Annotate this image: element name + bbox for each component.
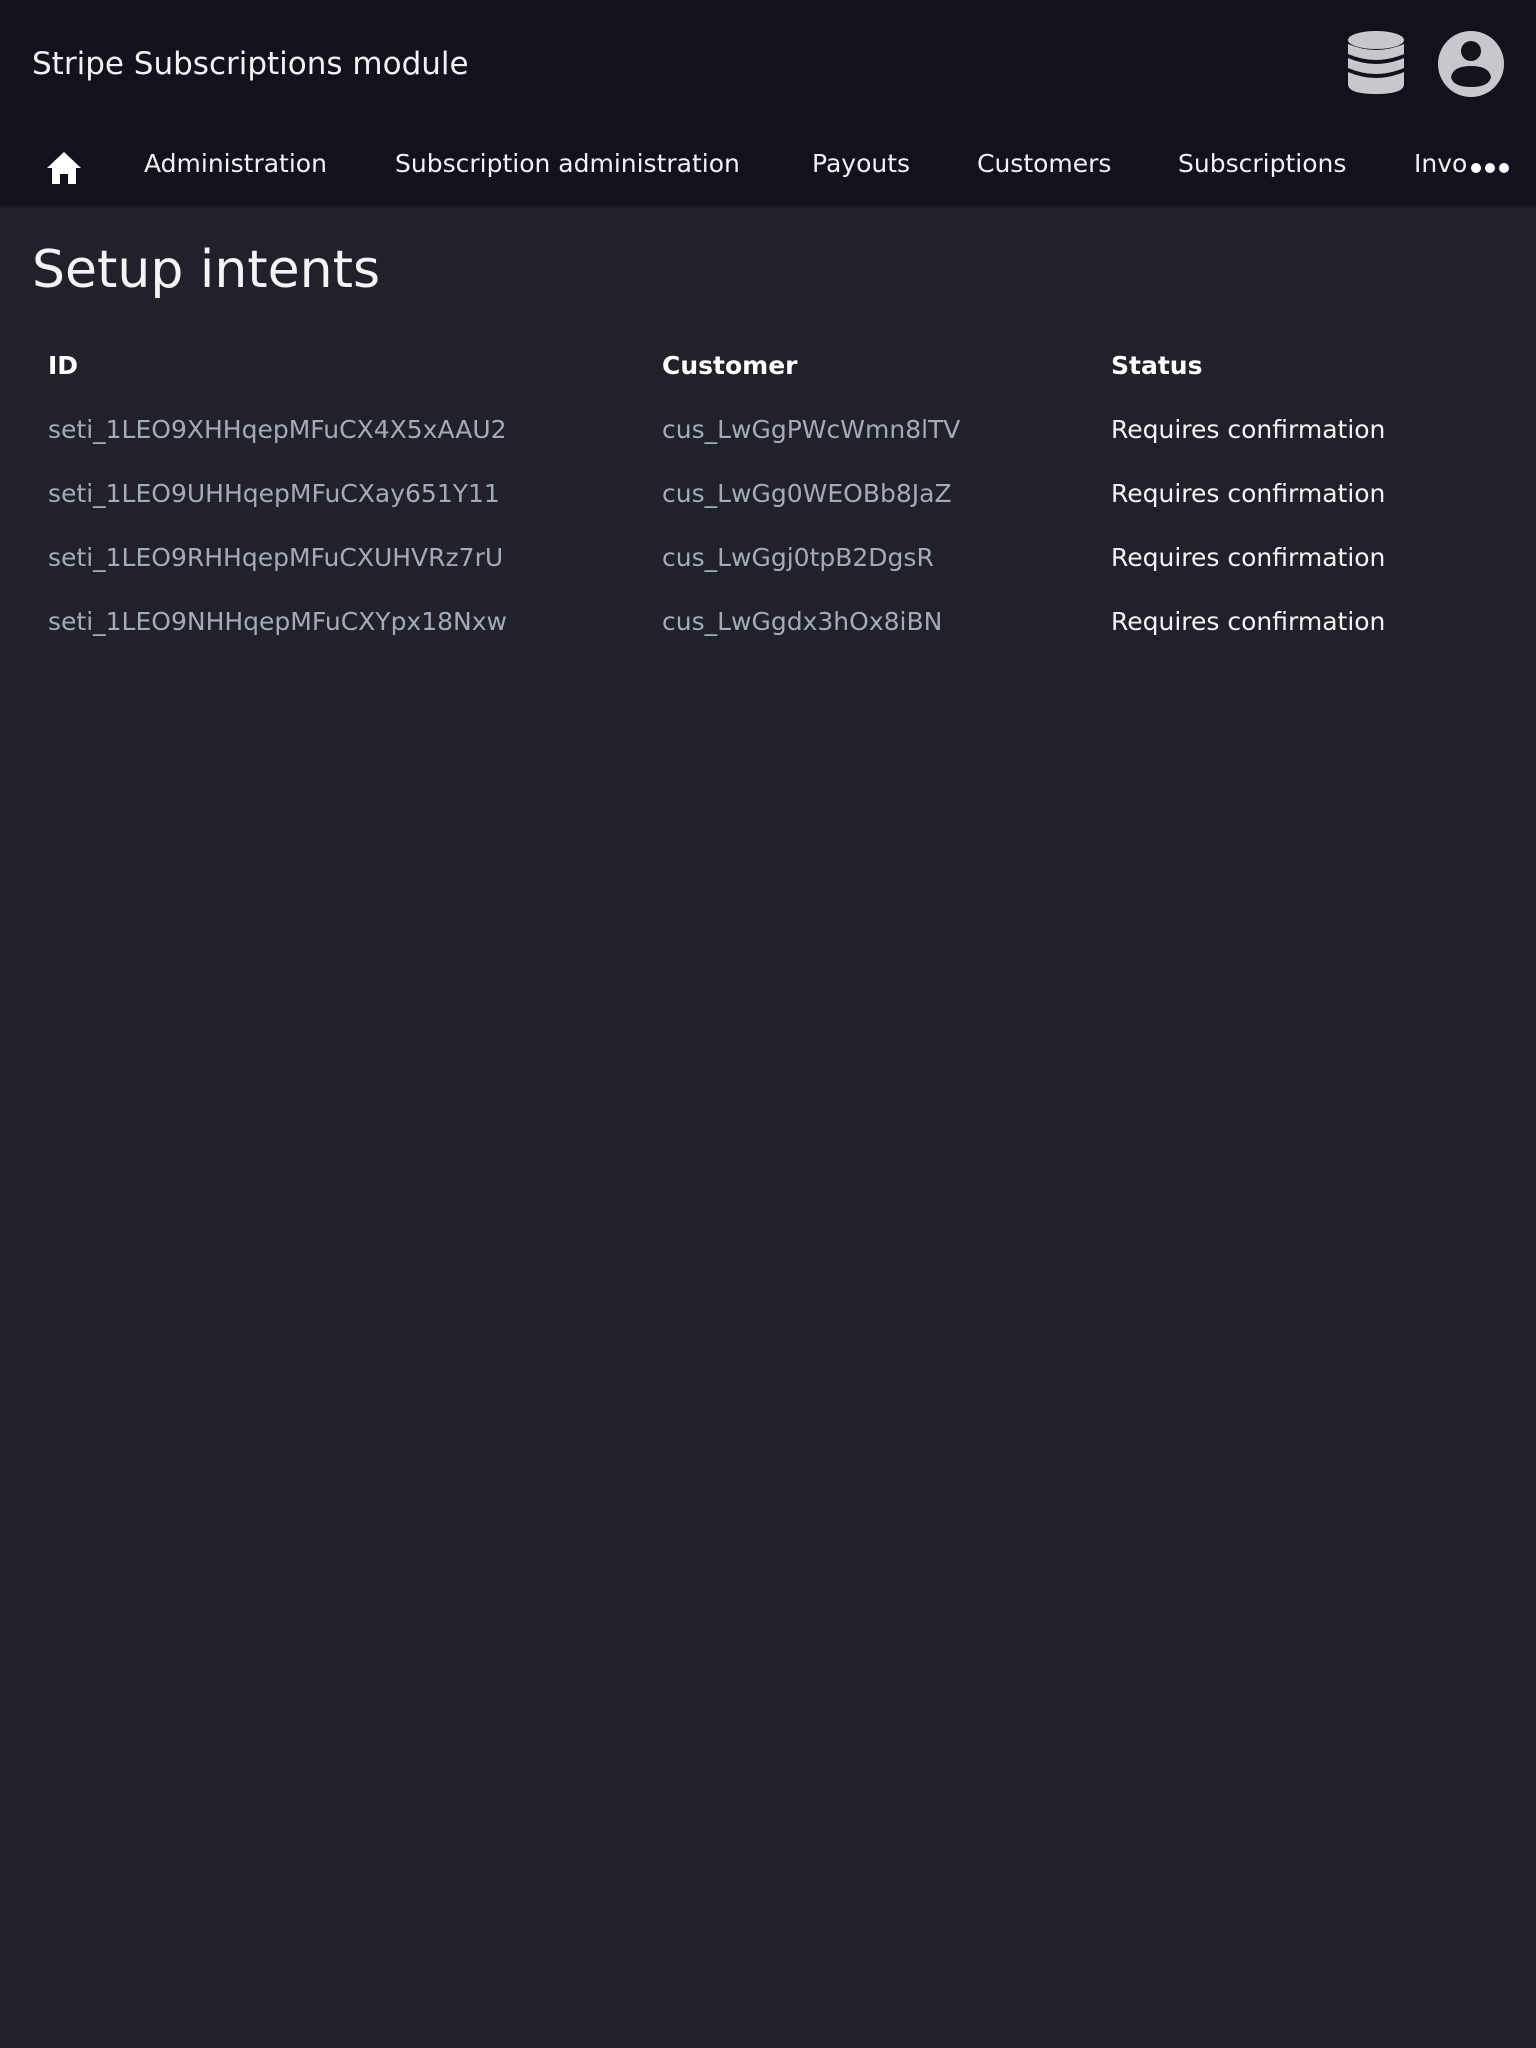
customer-id[interactable]: cus_LwGgj0tpB2DgsR [646, 525, 1095, 589]
nav-item-administration[interactable]: Administration [144, 144, 327, 184]
status-text: Requires confirmation [1111, 414, 1386, 444]
table-row[interactable]: seti_1LEO9XHHqepMFuCX4X5xAAU2 cus_LwGgPW… [32, 397, 1504, 461]
more-horizontal-icon[interactable] [1468, 150, 1512, 190]
setup-intent-id[interactable]: seti_1LEO9UHHqepMFuCXay651Y11 [32, 461, 646, 525]
customer-id[interactable]: cus_LwGgdx3hOx8iBN [646, 589, 1095, 653]
table-row[interactable]: seti_1LEO9NHHqepMFuCXYpx18Nxw cus_LwGgdx… [32, 589, 1504, 653]
nav-item-payouts[interactable]: Payouts [812, 144, 910, 184]
column-header-status[interactable]: Status [1095, 333, 1504, 397]
status-text: Requires confirmation [1111, 606, 1386, 636]
table-header-row: ID Customer Status [32, 333, 1504, 397]
customer-id[interactable]: cus_LwGg0WEOBb8JaZ [646, 461, 1095, 525]
database-icon[interactable] [1342, 30, 1410, 98]
setup-intents-table: ID Customer Status seti_1LEO9XHHqepMFuCX… [32, 333, 1504, 653]
nav-item-invoices[interactable]: Invoices [1414, 144, 1468, 184]
column-header-customer[interactable]: Customer [646, 333, 1095, 397]
nav-item-subscription-administration[interactable]: Subscription administration [395, 144, 740, 184]
setup-intent-id[interactable]: seti_1LEO9NHHqepMFuCXYpx18Nxw [32, 589, 646, 653]
column-header-id[interactable]: ID [32, 333, 646, 397]
nav-item-customers[interactable]: Customers [977, 144, 1111, 184]
nav-item-invoices-clip: Invoices [1414, 144, 1468, 184]
customer-id[interactable]: cus_LwGgPWcWmn8lTV [646, 397, 1095, 461]
table-row[interactable]: seti_1LEO9RHHqepMFuCXUHVRz7rU cus_LwGgj0… [32, 525, 1504, 589]
setup-intent-id[interactable]: seti_1LEO9RHHqepMFuCXUHVRz7rU [32, 525, 646, 589]
app-title: Stripe Subscriptions module [32, 46, 469, 82]
setup-intent-id[interactable]: seti_1LEO9XHHqepMFuCX4X5xAAU2 [32, 397, 646, 461]
page-title: Setup intents [32, 240, 381, 300]
status-text: Requires confirmation [1111, 542, 1386, 572]
main-navigation: Administration Subscription administrati… [0, 126, 1536, 208]
status-text: Requires confirmation [1111, 478, 1386, 508]
table-row[interactable]: seti_1LEO9UHHqepMFuCXay651Y11 cus_LwGg0W… [32, 461, 1504, 525]
user-account-icon[interactable] [1437, 30, 1505, 98]
home-icon[interactable] [44, 148, 84, 188]
nav-item-subscriptions[interactable]: Subscriptions [1178, 144, 1346, 184]
top-app-bar: Stripe Subscriptions module [0, 0, 1536, 126]
